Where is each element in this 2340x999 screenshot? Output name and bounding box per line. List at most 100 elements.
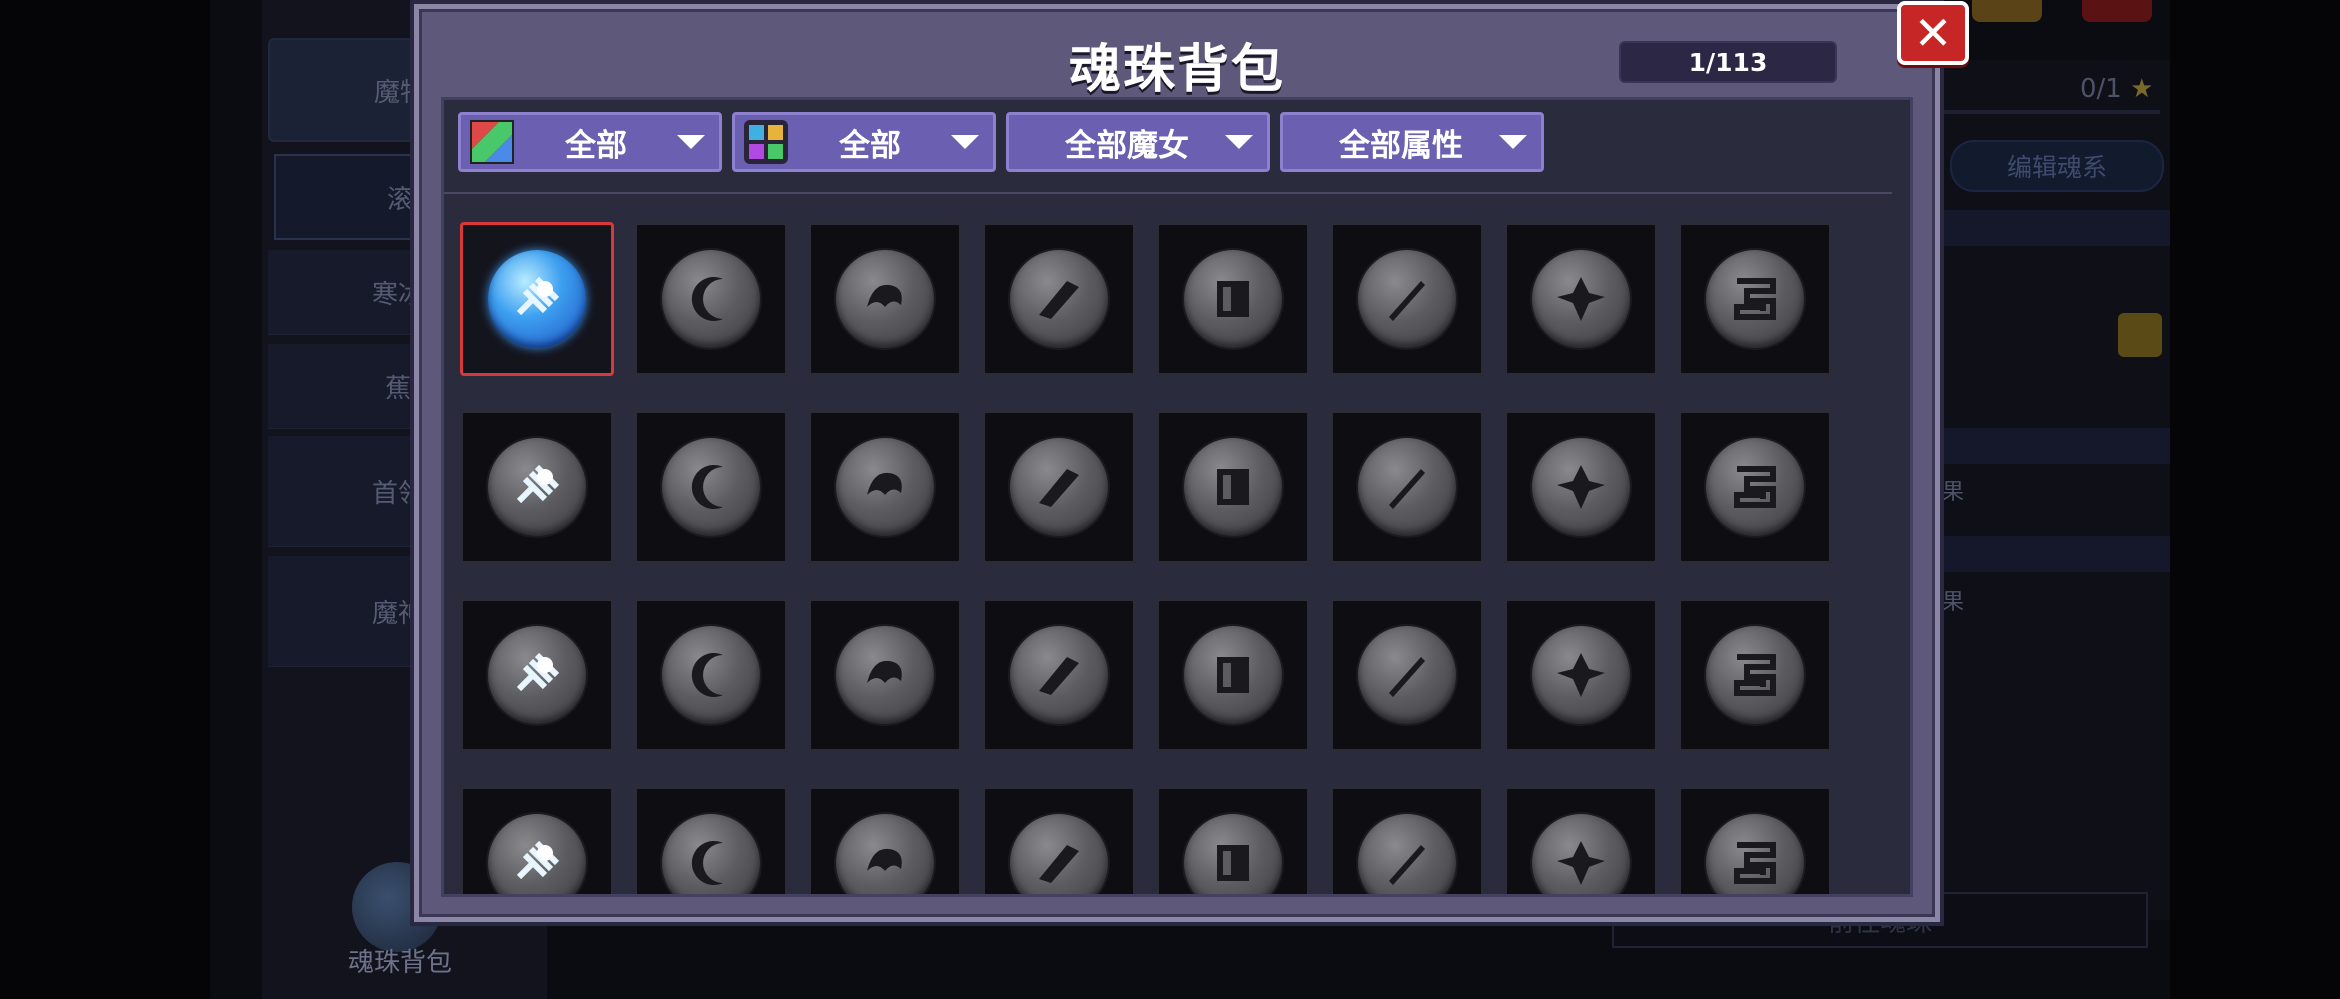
orb-slot[interactable]	[808, 410, 962, 564]
bat-orb-icon	[1706, 814, 1804, 894]
info-icon	[2118, 313, 2162, 357]
orb-slot[interactable]	[634, 222, 788, 376]
filter-label: 全部魔女	[1065, 127, 1189, 164]
golem-orb-icon	[1532, 438, 1630, 536]
serpent-orb-icon	[836, 438, 934, 536]
gem-icon	[2082, 0, 2152, 22]
orb-slot[interactable]	[1156, 598, 1310, 752]
item-count: 1/113	[1619, 41, 1837, 83]
soul-orb-grid	[460, 222, 1832, 894]
orb-slot[interactable]	[1156, 786, 1310, 894]
bg-row-text: 果	[1942, 590, 1965, 615]
orb-slot[interactable]	[808, 786, 962, 894]
orb-slot[interactable]	[1504, 410, 1658, 564]
tentacle-orb-icon	[836, 814, 934, 894]
bag-content: 全部 全部 全部魔女 全部属性	[441, 97, 1913, 897]
progress-bar	[1940, 110, 2160, 114]
orb-slot[interactable]	[1678, 598, 1832, 752]
close-icon: ✕	[1913, 6, 1953, 60]
spear-orb-icon	[1358, 438, 1456, 536]
crown-orb-icon	[1010, 814, 1108, 894]
bg-row	[1940, 536, 2170, 572]
close-button[interactable]: ✕	[1897, 1, 1969, 65]
ice-hammer-orb-icon	[488, 250, 586, 348]
chevron-down-icon	[951, 135, 979, 149]
orb-slot[interactable]	[1504, 222, 1658, 376]
orb-slot[interactable]	[982, 786, 1136, 894]
orb-slot[interactable]	[634, 598, 788, 752]
fist-orb-icon	[1532, 814, 1630, 894]
axe-orb-icon	[488, 626, 586, 724]
orb-slot[interactable]	[1504, 598, 1658, 752]
filter-label: 全部	[839, 127, 901, 164]
bag-label: 魂珠背包	[347, 948, 452, 978]
orb-slot[interactable]	[460, 222, 614, 376]
thorn-orb-icon	[1184, 626, 1282, 724]
demon-orb-icon	[1706, 626, 1804, 724]
orb-slot[interactable]	[1504, 786, 1658, 894]
bones-orb-icon	[1184, 814, 1282, 894]
gear-orb-icon	[1184, 438, 1282, 536]
soul-bag-modal: 魂珠背包 1/113 ✕ 全部 全部 全部魔女 全部属性	[414, 1, 1969, 922]
orb-slot[interactable]	[1678, 786, 1832, 894]
orb-slot[interactable]	[982, 410, 1136, 564]
orb-slot[interactable]	[634, 410, 788, 564]
orb-slot[interactable]	[460, 786, 614, 894]
coin-icon	[1972, 0, 2042, 22]
category-grid-icon	[744, 120, 788, 164]
edit-button[interactable]: 编辑魂系	[1950, 140, 2164, 192]
orb-slot[interactable]	[982, 598, 1136, 752]
divider	[444, 192, 1892, 194]
chevron-down-icon	[1225, 135, 1253, 149]
bg-row-text: 果	[1942, 480, 1965, 505]
glyph-orb-icon	[1532, 626, 1630, 724]
bg-row	[1940, 428, 2170, 464]
crescent-orb-icon	[662, 250, 760, 348]
bg-menu-label: 蕉	[384, 373, 411, 404]
crack-orb-icon	[1358, 814, 1456, 894]
blade-orb-icon	[1010, 250, 1108, 348]
orb-slot[interactable]	[982, 222, 1136, 376]
filter-rarity-dropdown[interactable]: 全部	[458, 112, 722, 172]
sword-orb-icon	[1358, 250, 1456, 348]
bg-row	[1940, 210, 2170, 246]
flower-orb-icon	[1532, 250, 1630, 348]
filter-bar: 全部 全部 全部魔女 全部属性	[458, 112, 1544, 172]
shuriken-orb-icon	[1010, 438, 1108, 536]
orb-slot[interactable]	[634, 786, 788, 894]
orb-slot[interactable]	[1330, 222, 1484, 376]
beast-orb-icon	[662, 626, 760, 724]
orb-slot[interactable]	[808, 222, 962, 376]
orb-slot[interactable]	[460, 598, 614, 752]
whip-orb-icon	[1358, 626, 1456, 724]
chevron-down-icon	[1499, 135, 1527, 149]
orb-slot[interactable]	[1330, 410, 1484, 564]
bg-menu-label: 滚	[386, 184, 413, 215]
maze-orb-icon	[1706, 250, 1804, 348]
clover-orb-icon	[836, 626, 934, 724]
filter-label: 全部属性	[1339, 127, 1463, 164]
orb-slot[interactable]	[1678, 410, 1832, 564]
mace-orb-icon	[662, 814, 760, 894]
progress-text: 0/1 ★	[2080, 74, 2154, 104]
staff-orb-icon	[1010, 626, 1108, 724]
cube-orb-icon	[488, 438, 586, 536]
orb-slot[interactable]	[1156, 410, 1310, 564]
chevron-down-icon	[677, 135, 705, 149]
knot-orb-icon	[488, 814, 586, 894]
orb-slot[interactable]	[1330, 786, 1484, 894]
filter-label: 全部	[565, 127, 627, 164]
claw-orb-icon	[836, 250, 934, 348]
filter-category-dropdown[interactable]: 全部	[732, 112, 996, 172]
orb-slot[interactable]	[808, 598, 962, 752]
tower-orb-icon	[1706, 438, 1804, 536]
orb-slot[interactable]	[460, 410, 614, 564]
orb-slot[interactable]	[1678, 222, 1832, 376]
orb-slot[interactable]	[1156, 222, 1310, 376]
orb-slot[interactable]	[1330, 598, 1484, 752]
filter-witch-dropdown[interactable]: 全部魔女	[1006, 112, 1270, 172]
rune-book-orb-icon	[1184, 250, 1282, 348]
dragon-orb-icon	[662, 438, 760, 536]
filter-attribute-dropdown[interactable]: 全部属性	[1280, 112, 1544, 172]
rarity-color-icon	[470, 120, 514, 164]
